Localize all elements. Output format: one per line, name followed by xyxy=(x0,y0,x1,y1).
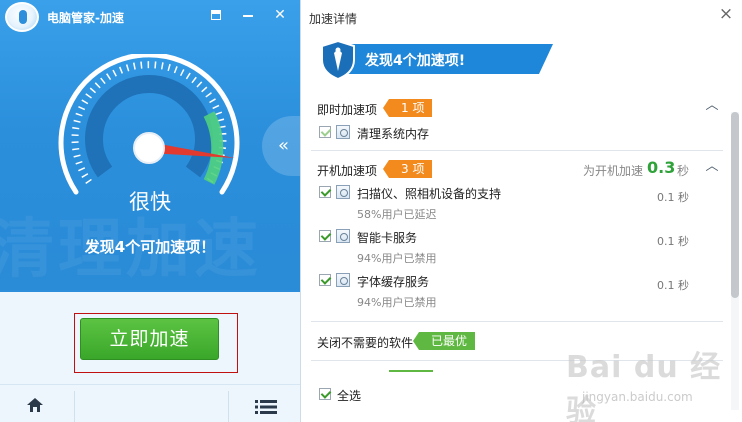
baidu-watermark-logo: Bai du 经验 xyxy=(566,350,722,422)
skin-button[interactable] xyxy=(206,6,226,24)
found-items-message: 发现4个可加速项！ xyxy=(84,238,216,256)
item-smart-card-time: 0.1 秒 xyxy=(657,235,689,248)
green-accent-line xyxy=(389,370,433,372)
close-window-button[interactable]: ✕ xyxy=(270,6,290,24)
app-title: 电脑管家-加速 xyxy=(47,11,124,25)
chevron-up-icon[interactable]: ︿ xyxy=(705,160,719,173)
toolbar-divider xyxy=(228,391,229,422)
section-divider xyxy=(311,321,723,322)
section-divider xyxy=(311,150,723,151)
boot-count-badge: 3 项 xyxy=(382,160,433,178)
close-details-button[interactable]: × xyxy=(717,4,735,24)
checkbox-scanner-camera[interactable] xyxy=(319,186,331,198)
item-clean-memory: 清理系统内存 xyxy=(357,127,430,141)
minimize-icon xyxy=(243,15,253,17)
speed-gauge xyxy=(58,54,240,195)
skin-icon xyxy=(211,10,221,20)
select-all-label[interactable]: 全选 xyxy=(337,387,361,404)
baidu-watermark-url: jingyan.baidu.com xyxy=(582,390,693,404)
banner-text: 发现4个加速项! xyxy=(365,53,466,69)
minimize-button[interactable] xyxy=(238,6,258,24)
scrollbar-thumb[interactable] xyxy=(731,112,739,298)
item-scanner-camera-time: 0.1 秒 xyxy=(657,191,689,204)
home-icon[interactable] xyxy=(26,397,44,413)
chevron-up-icon[interactable]: ︿ xyxy=(705,99,719,112)
item-scanner-camera: 扫描仪、照相机设备的支持 xyxy=(357,187,502,201)
speed-rating: 很快 xyxy=(129,190,171,214)
select-all-checkbox[interactable] xyxy=(319,388,331,400)
shield-icon xyxy=(321,40,355,80)
item-app-icon xyxy=(336,229,350,243)
accelerate-panel: 清理加速 电脑管家-加速 ✕ « 很快 发现4个可加速项！ 立即加速 xyxy=(0,0,300,422)
item-scanner-camera-note: 58%用户已延迟 xyxy=(357,208,437,221)
accelerate-now-button[interactable]: 立即加速 xyxy=(80,318,219,360)
checkbox-smart-card[interactable] xyxy=(319,230,331,242)
checkbox-clean-memory[interactable] xyxy=(319,126,331,138)
boot-boost-value: 0.3 xyxy=(647,158,676,177)
item-font-cache: 字体缓存服务 xyxy=(357,275,430,289)
boot-boost-unit: 秒 xyxy=(677,164,690,178)
section-title-instant: 即时加速项 xyxy=(317,103,378,117)
optimal-badge: 已最优 xyxy=(412,332,476,350)
item-font-cache-time: 0.1 秒 xyxy=(657,279,689,292)
bottom-toolbar xyxy=(0,384,300,422)
section-title-close-software: 关闭不需要的软件 xyxy=(317,336,414,350)
menu-list-icon[interactable] xyxy=(255,399,277,415)
gauge-hub xyxy=(133,132,165,164)
item-font-cache-note: 94%用户已禁用 xyxy=(357,296,437,309)
item-smart-card: 智能卡服务 xyxy=(357,231,418,245)
details-title: 加速详情 xyxy=(309,12,358,26)
item-app-icon xyxy=(336,185,350,199)
item-app-icon xyxy=(336,125,350,139)
checkbox-font-cache[interactable] xyxy=(319,274,331,286)
item-smart-card-note: 94%用户已禁用 xyxy=(357,252,437,265)
app-logo-icon xyxy=(5,2,39,32)
instant-count-badge: 1 项 xyxy=(382,99,433,117)
item-app-icon xyxy=(336,273,350,287)
boot-boost-prefix: 为开机加速 xyxy=(583,164,644,178)
section-title-boot: 开机加速项 xyxy=(317,164,378,178)
toolbar-divider xyxy=(74,391,75,422)
